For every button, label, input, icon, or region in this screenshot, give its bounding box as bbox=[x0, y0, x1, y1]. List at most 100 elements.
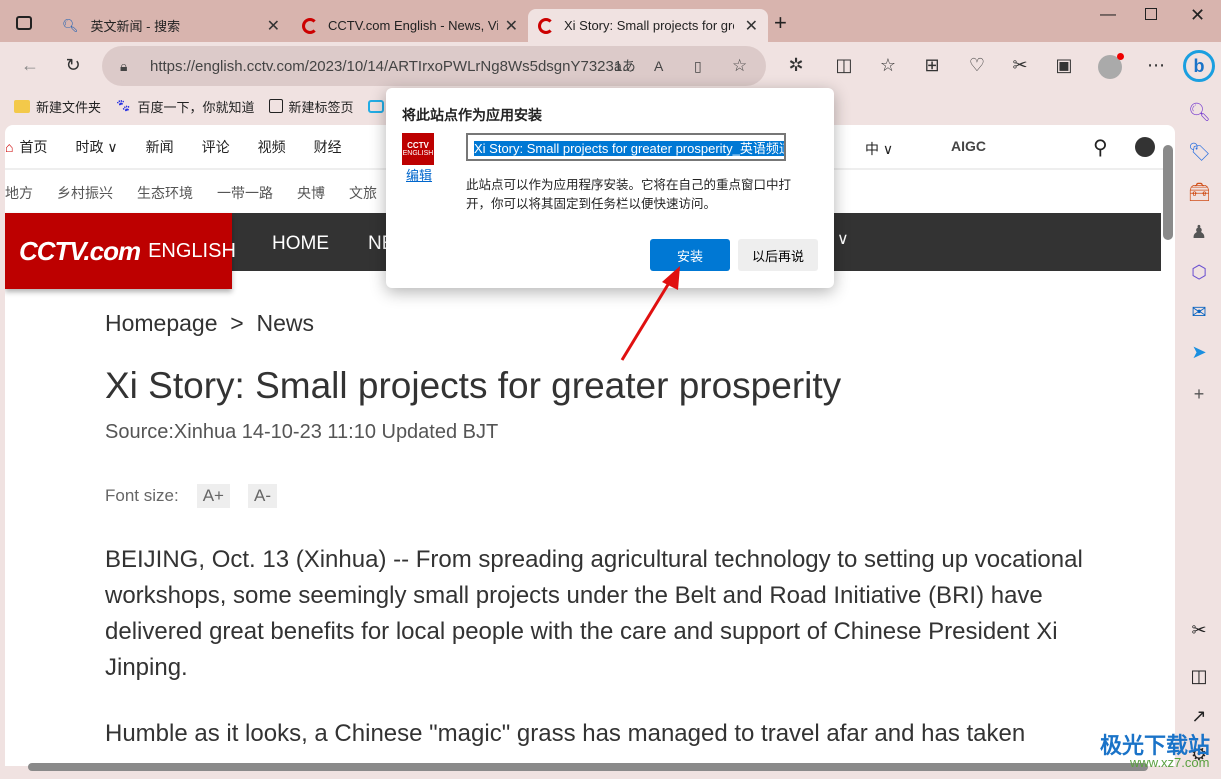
nav-item[interactable]: 视频 bbox=[258, 137, 286, 157]
screenshot-icon[interactable]: ✂ bbox=[1188, 620, 1210, 641]
nav-item[interactable]: 财经 bbox=[314, 137, 342, 157]
bookmark-baidu[interactable]: 🐾︎ 百度一下，你就知道 bbox=[115, 97, 255, 116]
nav-home[interactable]: HOME bbox=[272, 233, 329, 255]
translate-icon[interactable]: aあ bbox=[614, 56, 636, 76]
selected-text: Xi Story: Small projects for greater pro… bbox=[474, 141, 784, 156]
vertical-scrollbar[interactable] bbox=[1163, 145, 1173, 240]
collections-icon[interactable]: ⊞ bbox=[920, 55, 944, 76]
maximize-button[interactable] bbox=[1145, 8, 1157, 20]
minimize-button[interactable]: — bbox=[1100, 6, 1116, 24]
search-icon[interactable]: ⚲ bbox=[1093, 135, 1108, 160]
logo-brand: CCTV.com bbox=[19, 235, 141, 266]
bookmark-label: 百度一下，你就知道 bbox=[137, 99, 255, 115]
search-icon: 🔍︎ bbox=[62, 17, 79, 33]
bookmark-label: 新建标签页 bbox=[288, 99, 354, 115]
add-icon[interactable]: + bbox=[1188, 384, 1210, 405]
open-external-icon[interactable]: ↗ bbox=[1188, 706, 1210, 727]
favorites-icon[interactable]: ☆ bbox=[876, 55, 900, 76]
bookmark-folder[interactable]: 新建文件夹 bbox=[14, 97, 101, 116]
watermark-url: www.xz7.com bbox=[1130, 755, 1210, 770]
refresh-button[interactable]: ↻ bbox=[61, 55, 85, 76]
font-increase-button[interactable]: A+ bbox=[196, 484, 230, 508]
extensions-icon[interactable]: ✲ bbox=[784, 55, 808, 76]
games-icon[interactable]: ♟ bbox=[1188, 222, 1210, 243]
nav-item[interactable]: 新闻 bbox=[146, 137, 174, 157]
not-now-button[interactable]: 以后再说 bbox=[738, 239, 818, 271]
cctv-english-logo[interactable]: CCTV.com ENGLISH bbox=[5, 213, 236, 289]
baidu-paw-icon: 🐾︎ bbox=[115, 98, 132, 113]
tab-bar: 🔍︎ 英文新闻 - 搜索 ✕ CCTV.com English - News, Vi… bbox=[0, 0, 1221, 42]
tab-search[interactable]: 🔍︎ 英文新闻 - 搜索 ✕ bbox=[52, 9, 290, 42]
article-source: Source:Xinhua 14-10-23 11:10 Updated BJT bbox=[105, 421, 499, 443]
nav-item[interactable]: 评论 bbox=[202, 137, 230, 157]
read-aloud-icon[interactable]: A bbox=[654, 58, 663, 74]
cctv-icon bbox=[538, 17, 554, 34]
bilibili-icon bbox=[367, 99, 384, 113]
outlook-icon[interactable]: ✉ bbox=[1188, 302, 1210, 323]
close-window-button[interactable]: ✕ bbox=[1190, 5, 1205, 26]
new-tab-button[interactable]: + bbox=[774, 10, 787, 36]
article-title: Xi Story: Small projects for greater pro… bbox=[105, 365, 842, 406]
screenshot-icon[interactable]: ✂ bbox=[1008, 55, 1032, 76]
app-icon: CCTV ENGLISH bbox=[402, 133, 434, 165]
dialog-description: 此站点可以作为应用程序安装。它将在自己的重点窗口中打开，你可以将其固定到任务栏以… bbox=[466, 178, 792, 211]
nav-item[interactable]: 乡村振兴 bbox=[57, 183, 113, 203]
favorite-star-icon[interactable]: ☆ bbox=[732, 56, 747, 76]
nav-item[interactable]: 时政 ∨ bbox=[75, 137, 117, 157]
tab-xi-story[interactable]: Xi Story: Small projects for greater pro… bbox=[528, 9, 768, 42]
logo-text: ENGLISH bbox=[148, 239, 236, 262]
close-icon[interactable]: ✕ bbox=[505, 16, 518, 36]
aigc-logo[interactable]: AIGC bbox=[951, 138, 986, 154]
paragraph: BEIJING, Oct. 13 (Xinhua) -- From spread… bbox=[105, 546, 1083, 681]
tab-label: CCTV.com English - News, Video bbox=[328, 18, 498, 33]
paragraph: Humble as it looks, a Chinese "magic" gr… bbox=[105, 720, 1026, 747]
nav-item[interactable]: 一带一路 bbox=[217, 183, 273, 203]
horizontal-scrollbar[interactable] bbox=[28, 763, 1148, 771]
education-icon[interactable]: ▣ bbox=[1052, 55, 1076, 76]
search-icon[interactable]: 🔍︎ bbox=[1188, 102, 1211, 123]
lock-icon: 🔒︎ bbox=[120, 57, 128, 74]
cctv-icon bbox=[302, 17, 318, 34]
nav-item[interactable]: 文旅 bbox=[349, 183, 377, 203]
reader-icon[interactable]: ▯ bbox=[694, 58, 702, 75]
edit-icon-link[interactable]: 编辑 bbox=[406, 165, 432, 184]
address-bar[interactable]: 🔒︎ https://english.cctv.com/2023/10/14/AR… bbox=[102, 46, 766, 86]
drop-icon[interactable]: ➤ bbox=[1188, 342, 1210, 363]
app-name-input[interactable]: Xi Story: Small projects for greater pro… bbox=[466, 133, 786, 161]
bookmark-bilibili[interactable] bbox=[367, 99, 384, 113]
nav-item[interactable]: 地方 bbox=[5, 183, 33, 203]
shopping-tag-icon[interactable]: 🏷︎ bbox=[1188, 142, 1211, 163]
nav-item[interactable]: 首页 bbox=[19, 137, 47, 157]
font-size-label: Font size: bbox=[105, 486, 179, 505]
tab-actions-icon[interactable] bbox=[16, 16, 32, 30]
tab-cctv[interactable]: CCTV.com English - News, Video ✕ bbox=[292, 9, 528, 42]
microsoft365-icon[interactable]: ⬡ bbox=[1188, 262, 1210, 283]
close-icon[interactable]: ✕ bbox=[745, 16, 758, 36]
close-icon[interactable]: ✕ bbox=[267, 16, 280, 36]
user-icon[interactable] bbox=[1135, 137, 1155, 157]
edge-sidebar: 🔍︎ 🏷︎ 🧰︎ ♟ ⬡ ✉ ➤ + ✂ ◫ ↗ ⚙ bbox=[1176, 90, 1221, 779]
split-screen-icon[interactable]: ◫ bbox=[832, 55, 856, 76]
home-icon: ⌂ bbox=[5, 138, 14, 155]
tools-icon[interactable]: 🧰︎ bbox=[1188, 182, 1211, 203]
nav-news[interactable]: NEWS bbox=[368, 233, 386, 255]
performance-icon[interactable]: ♡ bbox=[965, 55, 989, 76]
chevron-down-icon[interactable]: ∨ bbox=[837, 229, 849, 249]
bookmark-new-tab[interactable]: 新建标签页 bbox=[268, 97, 354, 116]
red-arrow-annotation bbox=[620, 266, 680, 361]
bing-copilot-icon[interactable]: b bbox=[1183, 50, 1215, 82]
tab-label: Xi Story: Small projects for greater pro… bbox=[564, 18, 734, 33]
url-text: https://english.cctv.com/2023/10/14/ARTI… bbox=[150, 57, 635, 75]
tab-label: 英文新闻 - 搜索 bbox=[90, 19, 181, 34]
font-decrease-button[interactable]: A- bbox=[247, 484, 277, 508]
more-menu-icon[interactable]: ⋯ bbox=[1144, 55, 1168, 76]
language-select[interactable]: 中 ∨ bbox=[865, 139, 893, 159]
article: Homepage > News Xi Story: Small projects… bbox=[105, 310, 1105, 752]
profile-avatar[interactable] bbox=[1098, 53, 1124, 79]
sub-nav: 地方 乡村振兴 生态环境 一带一路 央博 文旅 bbox=[5, 172, 401, 214]
sidebar-layout-icon[interactable]: ◫ bbox=[1188, 666, 1210, 687]
nav-item[interactable]: 央博 bbox=[297, 183, 325, 203]
page-icon bbox=[268, 99, 283, 113]
nav-item[interactable]: 生态环境 bbox=[137, 183, 193, 203]
back-button[interactable]: ← bbox=[18, 55, 42, 76]
